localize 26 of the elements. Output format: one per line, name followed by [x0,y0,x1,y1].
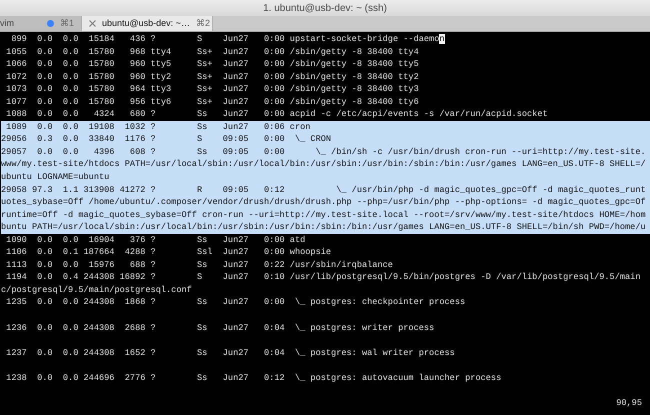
terminal-line: 1235 0.0 0.0 244308 1868 ? Ss Jun27 0:00 \_ postgres: checkpointer process [5,296,466,310]
terminal-line: 1072 0.0 0.0 15780 960 tty2 Ss+ Jun27 0:00 /sbin/getty -8 38400 tty2 [5,70,420,84]
tab[interactable]: ubuntu@usb-dev: ~… ⌘2 [82,16,213,31]
terminal-line: 1236 0.0 0.0 244308 2688 ? Ss Jun27 0:04 \_ postgres: writer process [5,322,436,334]
terminal-line: 1194 0.0 0.4 244308 16892 ? S Jun27 0:10 /usr/lib/postgresql/9.5/bin/postgres -D /var/lib/postgresql/9.5/main [5,271,642,284]
tab-shortcut: ⌘2 [196,16,210,30]
terminal-line: 1073 0.0 0.0 15780 964 tty3 Ss+ Jun27 0:00 /sbin/getty -8 38400 tty3 [5,83,420,96]
terminal-line: 1055 0.0 0.0 15780 968 tty4 Ss+ Jun27 0:00 /sbin/getty -8 38400 tty4 [5,46,420,58]
terminal-line: 1066 0.0 0.0 15780 960 tty5 Ss+ Jun27 0:00 /sbin/getty -8 38400 tty5 [5,58,420,71]
terminal-line: 1077 0.0 0.0 15780 956 tty6 Ss+ Jun27 0:00 /sbin/getty -8 38400 tty6 [5,96,420,108]
close-icon[interactable] [89,20,96,27]
tab-label: ubuntu@usb-dev: ~… [102,16,190,30]
terminal-line: c/postgresql/9.5/main/postgresql.conf [1,284,193,296]
terminal-line: 1113 0.0 0.0 15976 688 ? Ss Jun27 0:22 /usr/sbin/irqbalance [5,258,394,272]
tab[interactable]: vim ⌘1 [0,16,82,31]
window-title: 1. ubuntu@usb-dev: ~ (ssh) [263,2,387,16]
cursor-position: 90,95 [616,396,642,410]
terminal-line: 1090 0.0 0.0 16904 376 ? Ss Jun27 0:00 atd [5,234,306,246]
terminal-line: 1238 0.0 0.0 244696 2776 ? Ss Jun27 0:12 \_ postgres: autovacuum launcher process [5,372,502,384]
terminal-line: 1106 0.0 0.1 187664 4288 ? Ssl Jun27 0:00 whoopsie [5,246,332,259]
tab-label: vim [0,16,15,30]
text-cursor: n [439,34,445,44]
terminal-line: 1237 0.0 0.0 244308 1652 ? Ss Jun27 0:04 \_ postgres: wal writer process [5,346,456,360]
tab-shortcut: ⌘1 [60,16,74,30]
terminal-line: 899 0.0 0.0 15184 436 ? S Jun27 0:00 upstart-socket-bridge --daemo [10,34,440,44]
terminal-line: 1088 0.0 0.0 4324 680 ? Ss Jun27 0:00 acpid -c /etc/acpi/events -s /var/run/acpid.socket [5,108,549,121]
